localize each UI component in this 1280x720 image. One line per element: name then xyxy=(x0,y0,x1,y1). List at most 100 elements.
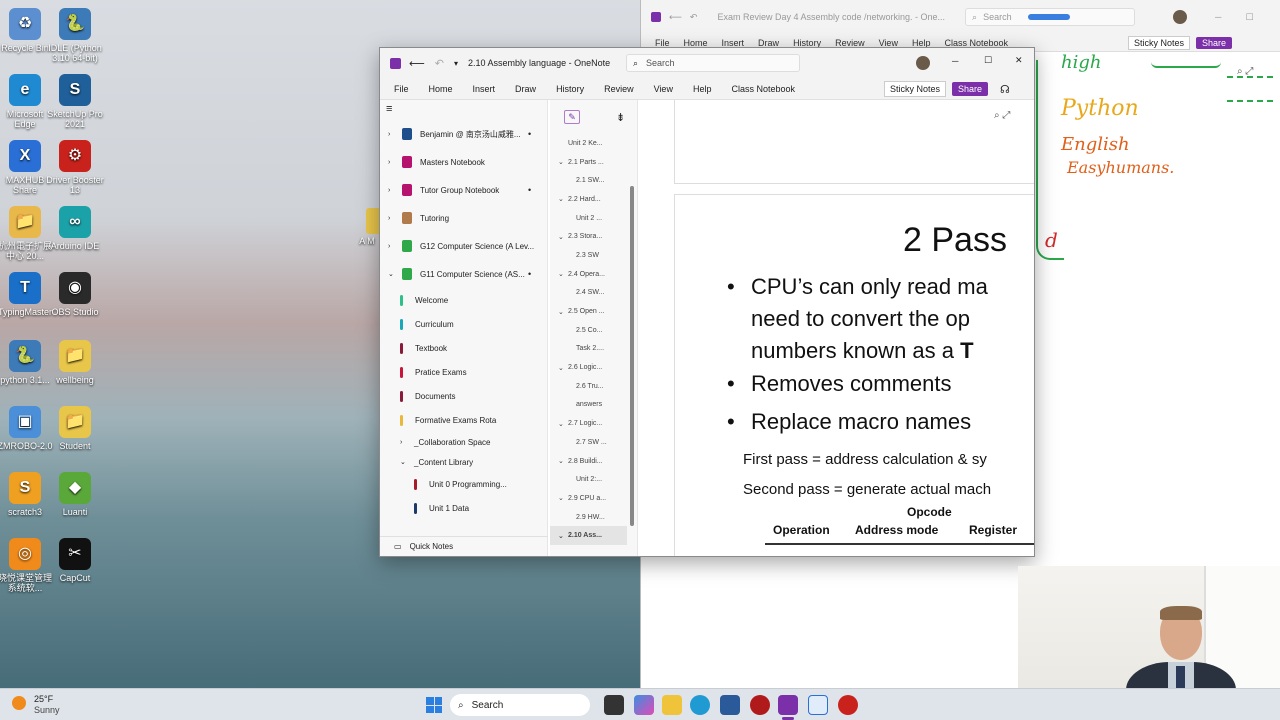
page-item[interactable]: ⌄ 2.1 Parts ... xyxy=(550,153,627,172)
hamburger-icon[interactable]: ≡ xyxy=(380,100,547,120)
page-item[interactable]: ⌄ 2.4 Opera... xyxy=(550,265,627,284)
bg-menu-item[interactable]: Class Notebook xyxy=(944,38,1008,48)
chevron-right-icon[interactable]: › xyxy=(400,439,414,446)
desktop-icon[interactable]: 🐍 IDLE (Python 3.10 64-bit) xyxy=(46,8,104,63)
close-button[interactable]: ✕ xyxy=(1015,55,1023,66)
onenote-window[interactable]: ⟵ ↶ ▾ 2.10 Assembly language - OneNote ⌕… xyxy=(379,47,1035,557)
share-button[interactable]: Share xyxy=(952,82,989,96)
search-box[interactable]: ⌕ Search xyxy=(626,54,800,72)
weather-temp[interactable]: 25°F xyxy=(34,694,53,704)
chevron-right-icon[interactable]: › xyxy=(388,131,396,138)
desktop-icon[interactable]: ◆ Luanti xyxy=(46,472,104,517)
bg-menu-item[interactable]: View xyxy=(879,38,898,48)
page-item[interactable]: ⌄ 2.3 Stora... xyxy=(550,227,627,246)
menu-item[interactable]: Review xyxy=(594,84,644,94)
chevron-down-icon[interactable]: ⌄ xyxy=(558,158,568,166)
notebook-item[interactable]: › Tutor Group Notebook • xyxy=(380,176,547,204)
chevron-right-icon[interactable]: › xyxy=(388,159,396,166)
page-item[interactable]: answers xyxy=(550,396,627,415)
section-item[interactable]: Unit 0 Programming... xyxy=(380,472,547,496)
page-item[interactable]: 2.7 SW ... xyxy=(550,433,627,452)
chevron-down-icon[interactable]: ⌄ xyxy=(400,458,414,466)
desktop-icon[interactable]: S SketchUp Pro 2021 xyxy=(46,74,104,129)
desktop-icon[interactable]: ◉ OBS Studio xyxy=(46,272,104,317)
page-item[interactable]: ⌄ 2.6 Logic... xyxy=(550,358,627,377)
back-icon[interactable]: ⟵ xyxy=(669,12,682,23)
bg-menu-item[interactable]: Home xyxy=(684,38,708,48)
chevron-down-icon[interactable]: ⌄ xyxy=(558,233,568,241)
page-item[interactable]: ⌄ 2.8 Buildi... xyxy=(550,452,627,471)
partial-desktop-icon[interactable]: A M xyxy=(352,236,382,246)
menu-item[interactable]: File xyxy=(384,84,419,94)
section-item[interactable]: Documents xyxy=(380,384,547,408)
chevron-right-icon[interactable]: › xyxy=(388,187,396,194)
chevron-down-icon[interactable]: ⌄ xyxy=(558,308,568,316)
sort-icon[interactable]: ⇟ xyxy=(616,111,625,124)
minimize-button[interactable]: ─ xyxy=(1215,12,1221,22)
copilot-icon[interactable] xyxy=(634,695,654,715)
bg-menu-item[interactable]: Draw xyxy=(758,38,779,48)
bg-menu-item[interactable]: Review xyxy=(835,38,865,48)
undo-icon[interactable]: ↶ xyxy=(435,57,444,70)
weather-icon[interactable] xyxy=(12,696,26,710)
page-item[interactable]: 2.9 HW... xyxy=(550,508,627,527)
maxhub-icon[interactable] xyxy=(808,695,828,715)
desktop-icon[interactable]: ✂ CapCut xyxy=(46,538,104,583)
desktop-icon[interactable]: 📁 wellbeing xyxy=(46,340,104,385)
page-item[interactable]: Task 2.... xyxy=(550,340,627,359)
maximize-button[interactable]: ☐ xyxy=(984,55,992,66)
page-item[interactable]: Unit 2 ... xyxy=(550,209,627,228)
section-group[interactable]: ⌄ _Content Library xyxy=(380,452,547,472)
feedback-icon[interactable]: ☊ xyxy=(1000,83,1010,96)
chevron-right-icon[interactable]: › xyxy=(388,215,396,222)
page-item[interactable]: ⌄ 2.5 Open ... xyxy=(550,302,627,321)
notebook-item[interactable]: ⌄ G11 Computer Science (AS... • xyxy=(380,260,547,288)
undo-icon[interactable]: ↶ xyxy=(690,12,698,23)
section-item[interactable]: Unit 1 Data xyxy=(380,496,547,520)
quick-access-chevron-icon[interactable]: ▾ xyxy=(454,59,458,68)
menu-item[interactable]: History xyxy=(546,84,594,94)
menu-item[interactable]: Home xyxy=(419,84,463,94)
page-item[interactable]: ⌄ 2.2 Hard... xyxy=(550,190,627,209)
section-item[interactable]: Welcome xyxy=(380,288,547,312)
page-item[interactable]: Unit 2 Ke... xyxy=(550,134,627,153)
chevron-down-icon[interactable]: ⌄ xyxy=(558,420,568,428)
section-item[interactable]: Textbook xyxy=(380,336,547,360)
notebook-item[interactable]: › Benjamin @ 南京汤山威雅... • xyxy=(380,120,547,148)
section-item[interactable]: Curriculum xyxy=(380,312,547,336)
back-icon[interactable]: ⟵ xyxy=(409,57,425,70)
page-item[interactable]: ⌄ 2.10 Ass... xyxy=(550,526,627,546)
bg-menu-item[interactable]: History xyxy=(793,38,821,48)
page-item[interactable]: ⌄ 2.7 Logic... xyxy=(550,414,627,433)
menu-item[interactable]: Draw xyxy=(505,84,546,94)
maximize-button[interactable]: ☐ xyxy=(1245,12,1253,23)
weather-condition[interactable]: Sunny xyxy=(34,705,60,715)
page-item[interactable]: 2.3 SW xyxy=(550,246,627,265)
chevron-right-icon[interactable]: › xyxy=(388,243,396,250)
page-item[interactable]: 2.1 SW... xyxy=(550,171,627,190)
section-group[interactable]: › _Collaboration Space xyxy=(380,432,547,452)
menu-item[interactable]: Help xyxy=(683,84,722,94)
add-page-icon[interactable]: ✎ xyxy=(564,110,580,124)
sticky-notes-button[interactable]: Sticky Notes xyxy=(884,81,947,97)
notebook-item[interactable]: › G12 Computer Science (A Lev... xyxy=(380,232,547,260)
notebook-item[interactable]: › Tutoring xyxy=(380,204,547,232)
app-icon[interactable] xyxy=(750,695,770,715)
chevron-down-icon[interactable]: ⌄ xyxy=(558,270,568,278)
minimize-button[interactable]: ─ xyxy=(952,56,958,66)
page-canvas[interactable]: ⌕ ⤢ 2 Pass • CPU’s can only read ma need… xyxy=(640,100,1034,556)
chevron-down-icon[interactable]: ⌄ xyxy=(558,532,568,540)
chevron-down-icon[interactable]: ⌄ xyxy=(558,195,568,203)
bg-menu-item[interactable]: Help xyxy=(912,38,931,48)
menu-item[interactable]: Insert xyxy=(463,84,506,94)
menu-item[interactable]: View xyxy=(644,84,683,94)
page-item[interactable]: 2.6 Tru... xyxy=(550,377,627,396)
menu-item[interactable]: Class Notebook xyxy=(721,84,805,94)
chevron-down-icon[interactable]: ⌄ xyxy=(558,457,568,465)
bg-menu-item[interactable]: File xyxy=(655,38,670,48)
task-view-icon[interactable] xyxy=(604,695,624,715)
page-item[interactable]: Unit 2:... xyxy=(550,470,627,489)
chevron-down-icon[interactable]: ⌄ xyxy=(388,270,396,278)
driver-booster-icon[interactable] xyxy=(838,695,858,715)
chevron-down-icon[interactable]: ⌄ xyxy=(558,364,568,372)
